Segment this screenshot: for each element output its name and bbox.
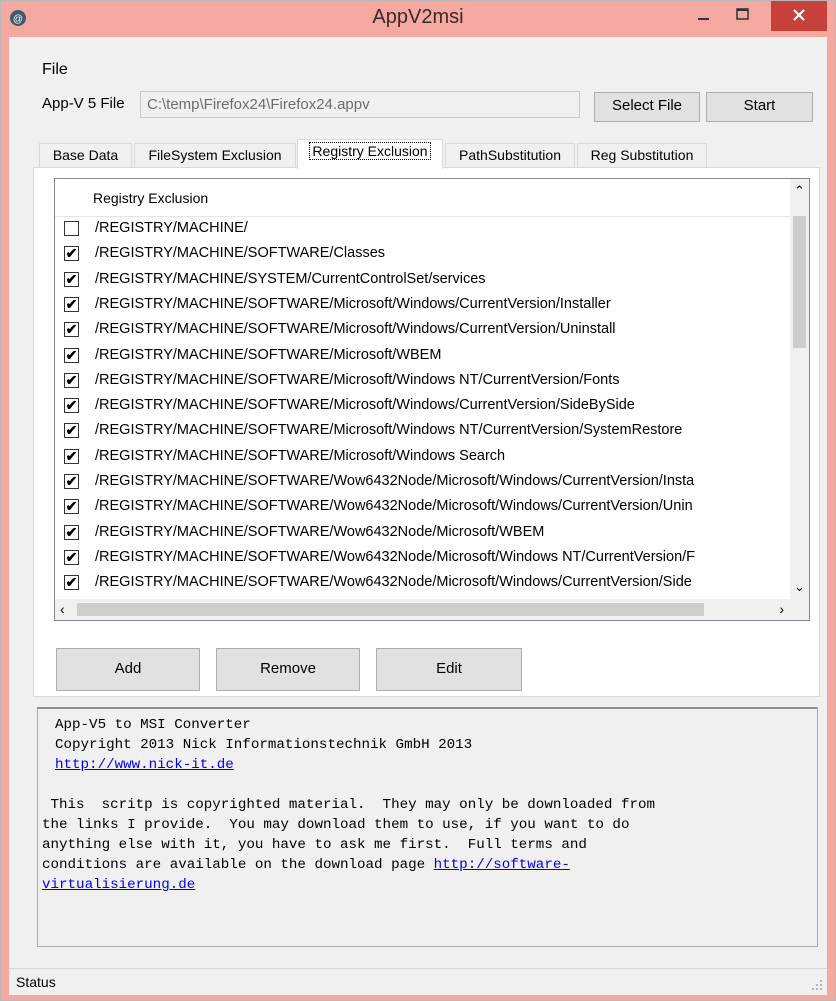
software-virtualisierung-link-cont[interactable]: virtualisierung.de	[42, 877, 195, 893]
row-checkbox[interactable]: ✔	[64, 474, 79, 489]
vertical-scroll-thumb[interactable]	[793, 216, 806, 348]
list-item[interactable]: ✔ /REGISTRY/MACHINE/SOFTWARE/Microsoft/Wi…	[55, 369, 790, 394]
list-item[interactable]: ✔ /REGISTRY/MACHINE/SOFTWARE/Wow6432Node/…	[55, 470, 790, 495]
list-item[interactable]: ✔ /REGISTRY/MACHINE/SOFTWARE/Microsoft/Wi…	[55, 445, 790, 470]
scrollbar-corner	[790, 599, 809, 620]
row-checkbox[interactable]: ✔	[64, 271, 79, 287]
registry-path: /REGISTRY/MACHINE/SOFTWARE/Microsoft/Win…	[95, 447, 506, 464]
window-frame-right	[827, 37, 835, 992]
maximize-icon	[736, 8, 749, 20]
tab-path-substitution[interactable]: PathSubstitution	[445, 143, 575, 167]
output-para-3: anything else with it, you have to ask m…	[42, 837, 587, 853]
scroll-up-icon[interactable]: ⌃	[790, 183, 809, 199]
tab-registry-exclusion[interactable]: Registry Exclusion	[297, 139, 443, 169]
window-frame-left	[1, 37, 9, 992]
output-textbox[interactable]: App-V5 to MSI Converter Copyright 2013 Ni…	[37, 707, 818, 947]
registry-path: /REGISTRY/MACHINE/SOFTWARE/Classes	[95, 245, 386, 262]
output-line-copyright: Copyright 2013 Nick Informationstechnik …	[55, 737, 473, 753]
remove-button[interactable]: Remove	[216, 648, 360, 691]
list-item[interactable]: ✔ /REGISTRY/MACHINE/SOFTWARE/Wow6432Node/…	[55, 571, 790, 596]
select-file-button[interactable]: Select File	[594, 92, 700, 122]
column-header-registry-exclusion[interactable]: Registry Exclusion	[93, 190, 208, 206]
row-checkbox[interactable]: ✔	[64, 549, 79, 565]
list-item[interactable]: ✔ /REGISTRY/MACHINE/SOFTWARE/Classes	[55, 242, 790, 267]
scroll-left-icon[interactable]: ‹	[60, 601, 65, 617]
registry-path: /REGISTRY/MACHINE/SOFTWARE/Wow6432Node/M…	[95, 498, 693, 515]
row-checkbox[interactable]: ✔	[64, 347, 79, 363]
list-item[interactable]: ✔ /REGISTRY/MACHINE/SYSTEM/CurrentControl…	[55, 268, 790, 293]
client-area: File App-V 5 File Select File Start Base…	[9, 37, 827, 995]
registry-path: /REGISTRY/MACHINE/SOFTWARE/Microsoft/WBE…	[95, 346, 442, 363]
list-item[interactable]: ✔ /REGISTRY/MACHINE/SOFTWARE/Microsoft/Wi…	[55, 318, 790, 343]
vertical-scrollbar[interactable]: ⌃ ⌄	[790, 179, 809, 599]
row-checkbox[interactable]: ✔	[64, 524, 79, 540]
output-para-2: the links I provide. You may download th…	[42, 817, 630, 833]
row-checkbox[interactable]: ✔	[64, 296, 79, 312]
registry-path: /REGISTRY/MACHINE/SOFTWARE/Wow6432Node/M…	[95, 473, 695, 489]
appv-file-label: App-V 5 File	[42, 95, 125, 112]
output-para-1: This scritp is copyrighted material. The…	[42, 797, 656, 813]
software-virtualisierung-link[interactable]: http://software-	[434, 857, 570, 873]
tab-base-data[interactable]: Base Data	[39, 143, 132, 167]
maximize-button[interactable]	[721, 1, 765, 31]
list-item[interactable]: ✔ /REGISTRY/MACHINE/SOFTWARE/Wow6432Node/…	[55, 546, 790, 571]
nick-it-link[interactable]: http://www.nick-it.de	[55, 757, 234, 773]
tab-strip: Base Data FileSystem Exclusion Registry …	[39, 139, 819, 169]
row-checkbox[interactable]: ✔	[64, 448, 79, 464]
tab-reg-substitution[interactable]: Reg Substitution	[577, 143, 707, 167]
list-item[interactable]: ✔ /REGISTRY/MACHINE/SOFTWARE/Microsoft/WB…	[55, 344, 790, 369]
title-bar[interactable]: @ AppV2msi	[1, 1, 835, 37]
row-checkbox[interactable]: ✔	[64, 499, 79, 515]
scroll-right-icon[interactable]: ›	[779, 601, 784, 617]
registry-path: /REGISTRY/MACHINE/SYSTEM/CurrentControlS…	[95, 270, 486, 287]
status-bar: Status	[9, 968, 827, 995]
minimize-icon	[698, 18, 709, 20]
resize-grip-icon[interactable]	[811, 979, 823, 991]
row-checkbox[interactable]	[64, 221, 79, 236]
scroll-down-icon[interactable]: ⌄	[790, 579, 809, 595]
list-item[interactable]: ✔ /REGISTRY/MACHINE/SOFTWARE/Microsoft/Wi…	[55, 419, 790, 444]
appv-file-field[interactable]	[140, 91, 580, 118]
list-item[interactable]: ✔ /REGISTRY/MACHINE/SOFTWARE/Microsoft/Wi…	[55, 394, 790, 419]
list-item[interactable]: ✔ /REGISTRY/MACHINE/SOFTWARE/Wow6432Node/…	[55, 521, 790, 546]
app-window: @ AppV2msi File App-V 5 File Select File…	[0, 0, 836, 1001]
row-checkbox[interactable]: ✔	[64, 322, 79, 338]
row-checkbox[interactable]: ✔	[64, 246, 79, 262]
list-item[interactable]: ✔ /REGISTRY/MACHINE/SOFTWARE/Wow6432Node/…	[55, 495, 790, 520]
registry-path: /REGISTRY/MACHINE/SOFTWARE/Microsoft/Win…	[95, 295, 611, 312]
list-rows: /REGISTRY/MACHINE/ ✔ /REGISTRY/MACHINE/SOF…	[55, 217, 790, 599]
registry-path: /REGISTRY/MACHINE/SOFTWARE/Microsoft/Win…	[95, 422, 683, 439]
row-checkbox[interactable]: ✔	[64, 398, 79, 414]
output-para-4: conditions are available on the download…	[42, 857, 434, 873]
menu-bar: File	[9, 61, 827, 83]
menu-file[interactable]: File	[42, 61, 68, 79]
registry-path: /REGISTRY/MACHINE/SOFTWARE/Microsoft/Win…	[95, 397, 635, 414]
list-item[interactable]: ✔ /REGISTRY/MACHINE/SOFTWARE/Microsoft/Wi…	[55, 293, 790, 318]
start-button[interactable]: Start	[706, 92, 813, 122]
tab-filesystem-exclusion[interactable]: FileSystem Exclusion	[134, 143, 296, 167]
registry-exclusion-list[interactable]: Registry Exclusion /REGISTRY/MACHINE/✔/R…	[54, 178, 810, 621]
row-checkbox[interactable]: ✔	[64, 372, 79, 388]
status-text: Status	[16, 974, 56, 990]
close-button[interactable]	[771, 1, 827, 31]
edit-button[interactable]: Edit	[376, 648, 522, 691]
output-line-title: App-V5 to MSI Converter	[55, 717, 251, 733]
registry-path: /REGISTRY/MACHINE/SOFTWARE/Wow6432Node/M…	[95, 548, 696, 565]
horizontal-scrollbar[interactable]: ‹ ›	[55, 599, 790, 620]
registry-exclusion-panel: Registry Exclusion /REGISTRY/MACHINE/✔/R…	[33, 167, 820, 697]
list-item[interactable]: /REGISTRY/MACHINE/	[55, 217, 790, 242]
close-icon	[793, 9, 805, 21]
row-checkbox[interactable]: ✔	[64, 575, 79, 591]
registry-path: /REGISTRY/MACHINE/SOFTWARE/Microsoft/Win…	[95, 321, 616, 338]
horizontal-scroll-thumb[interactable]	[77, 603, 704, 616]
registry-path: /REGISTRY/MACHINE/SOFTWARE/Microsoft/Win…	[95, 371, 620, 388]
row-checkbox[interactable]: ✔	[64, 423, 79, 439]
tab-registry-exclusion-label: Registry Exclusion	[309, 142, 431, 160]
minimize-button[interactable]	[687, 1, 721, 31]
add-button[interactable]: Add	[56, 648, 200, 691]
list-header[interactable]: Registry Exclusion	[55, 179, 790, 217]
registry-path: /REGISTRY/MACHINE/SOFTWARE/Wow6432Node/M…	[95, 574, 692, 591]
registry-path: /REGISTRY/MACHINE/SOFTWARE/Wow6432Node/M…	[95, 523, 545, 540]
registry-path: /REGISTRY/MACHINE/	[95, 220, 248, 236]
